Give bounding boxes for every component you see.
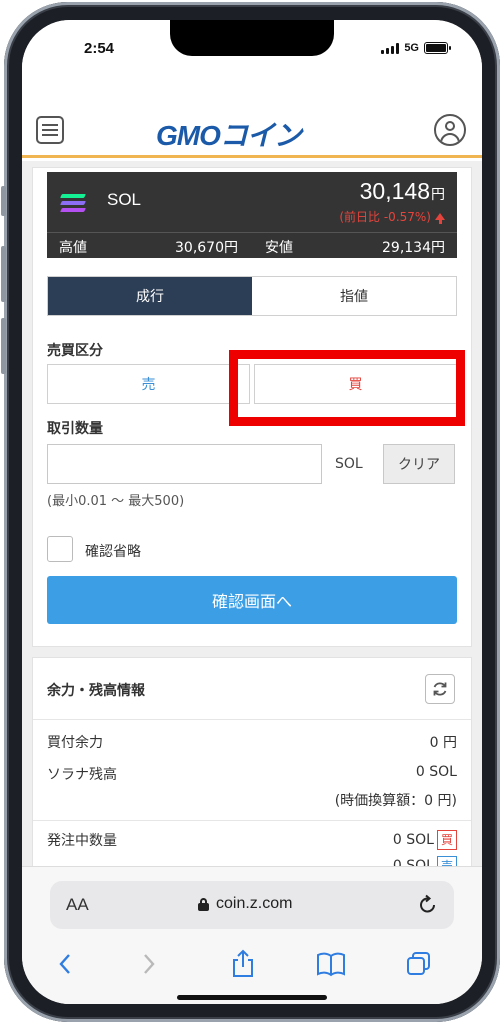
order-type-tabs: 成行 指値 [47, 276, 457, 316]
quantity-label: 取引数量 [47, 421, 103, 437]
skip-confirm-checkbox[interactable] [47, 536, 73, 562]
notch [170, 20, 334, 56]
user-account-icon[interactable] [434, 114, 466, 146]
solana-balance-label: ソラナ残高 [47, 767, 117, 783]
low-value: 29,134円 [382, 240, 445, 256]
browser-toolbar: AA coin.z.com [22, 866, 482, 1004]
divider [33, 820, 471, 821]
back-icon[interactable] [50, 949, 80, 979]
sell-badge: 売 [437, 856, 457, 866]
app-logo[interactable]: GMOコイン [156, 114, 302, 154]
balance-card: 余力・残高情報 買付余力 0 円 ソラナ残高 0 SOL (時価換算額：0 円)… [32, 657, 472, 866]
balance-header: 余力・残高情報 [33, 658, 471, 720]
tab-market[interactable]: 成行 [48, 277, 252, 315]
quantity-range: (最小0.01 〜 最大500) [47, 494, 185, 509]
balance-title: 余力・残高情報 [47, 683, 145, 699]
home-indicator [177, 995, 327, 1000]
address-bar[interactable]: AA coin.z.com [50, 881, 454, 929]
buying-power-row: 買付余力 0 円 [47, 732, 457, 752]
price-change: (前日比 -0.57%) [339, 208, 445, 225]
url-text[interactable]: coin.z.com [216, 895, 292, 913]
reload-icon[interactable] [416, 893, 440, 917]
price-unit: 円 [431, 186, 445, 202]
side-button [1, 318, 6, 374]
signal-icon [381, 42, 400, 54]
side-selector: 売 買 [47, 364, 457, 404]
skip-confirm-label[interactable]: 確認省略 [85, 541, 141, 561]
tabs-icon[interactable] [404, 949, 434, 979]
confirm-button[interactable]: 確認画面へ [47, 576, 457, 624]
network-type: 5G [404, 42, 419, 54]
side-button [1, 246, 6, 302]
side-button [1, 186, 6, 216]
pending-label: 発注中数量 [47, 833, 117, 849]
quantity-unit: SOL [335, 456, 363, 472]
buy-button[interactable]: 買 [254, 364, 457, 404]
menu-icon[interactable] [36, 116, 64, 144]
pending-sell: 0 SOL 売 [393, 856, 457, 866]
buy-badge: 買 [437, 830, 457, 850]
price-panel: SOL 30,148円 (前日比 -0.57%) 高値 30,670円 安値 2… [47, 172, 457, 258]
pending-sell-value: 0 SOL [392, 858, 434, 866]
aa-label: AA [66, 895, 89, 914]
solana-jpy-value: (時価換算額：0 円) [334, 793, 457, 809]
status-indicators: 5G [381, 42, 451, 54]
share-icon[interactable] [228, 949, 258, 979]
forward-icon[interactable] [134, 949, 164, 979]
quantity-input[interactable] [47, 444, 322, 484]
tab-limit[interactable]: 指値 [252, 277, 456, 315]
pending-buy-value: 0 SOL [392, 832, 434, 848]
solana-logo-icon [60, 194, 86, 212]
side-label: 売買区分 [47, 343, 103, 359]
high-label: 高値 [59, 240, 87, 256]
buying-power-value: 0 円 [429, 735, 457, 751]
app-header: GMOコイン [22, 92, 482, 158]
solana-balance-value: 0 SOL [415, 764, 457, 780]
price-value: 30,148 [359, 178, 430, 204]
price-change-text: (前日比 -0.57%) [339, 210, 431, 224]
high-value: 30,670円 [175, 240, 238, 256]
clear-button[interactable]: クリア [383, 444, 455, 484]
high-low-row: 高値 30,670円 安値 29,134円 [47, 232, 457, 258]
status-time: 2:54 [84, 40, 115, 57]
battery-icon [424, 42, 451, 54]
main-content[interactable]: SOL 30,148円 (前日比 -0.57%) 高値 30,670円 安値 2… [22, 161, 482, 866]
low-label: 安値 [265, 240, 293, 256]
pending-buy: 0 SOL 買 [393, 830, 457, 850]
reader-settings-button[interactable]: AA [66, 895, 89, 915]
current-price: 30,148円 [360, 178, 445, 205]
buying-power-label: 買付余力 [47, 735, 103, 751]
solana-balance-row: ソラナ残高 0 SOL [47, 764, 457, 784]
symbol: SOL [107, 190, 142, 209]
screen: 2:54 5G GMOコイン SOL 30,148円 (前日比 -0.57%) … [22, 20, 482, 1004]
order-card: SOL 30,148円 (前日比 -0.57%) 高値 30,670円 安値 2… [32, 167, 472, 647]
bookmarks-icon[interactable] [316, 949, 346, 979]
arrow-up-icon [435, 213, 445, 224]
pending-row: 発注中数量 0 SOL 買 [47, 830, 457, 850]
refresh-icon[interactable] [425, 674, 455, 704]
lock-icon [198, 898, 209, 911]
sell-button[interactable]: 売 [47, 364, 250, 404]
browser-nav [22, 945, 482, 985]
